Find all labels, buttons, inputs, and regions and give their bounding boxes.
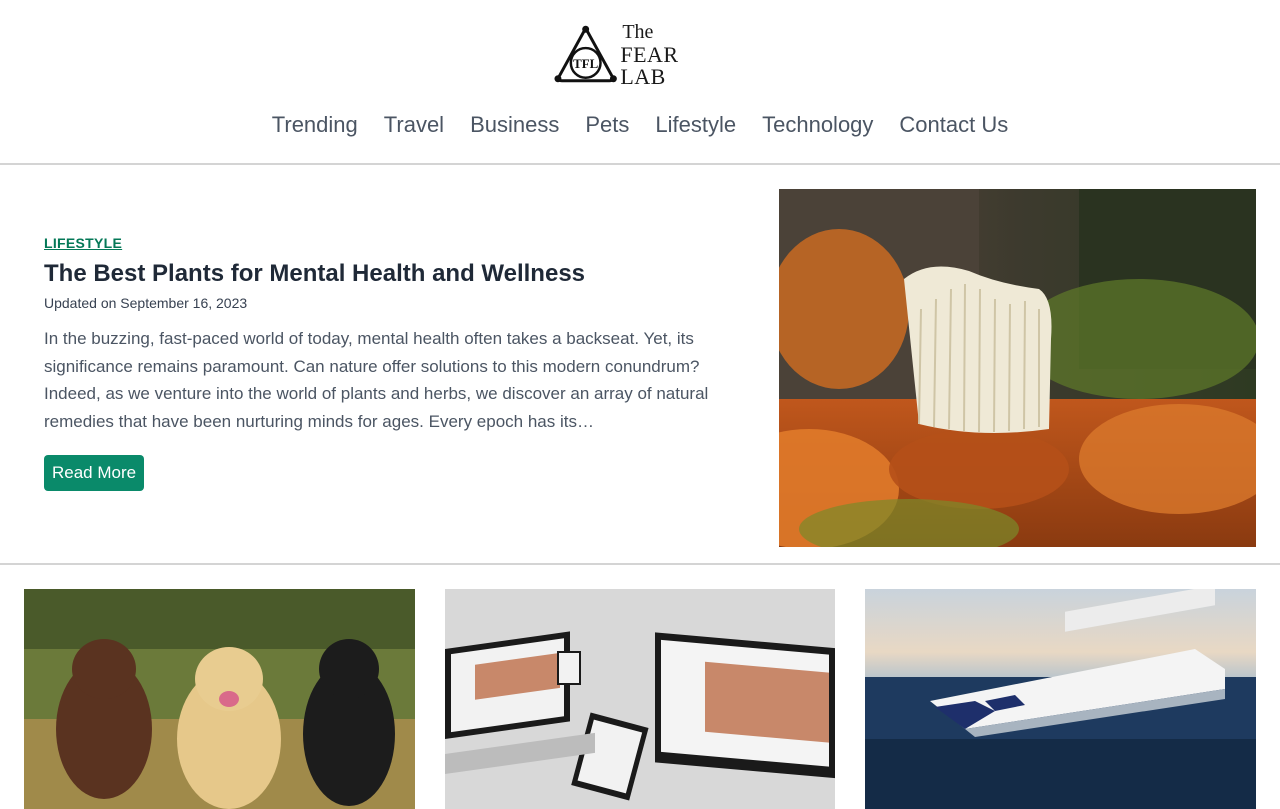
- logo-mark-icon: TFL: [554, 25, 617, 83]
- logo-line-2: FEAR LAB: [620, 42, 679, 89]
- post-card-travel[interactable]: [865, 589, 1256, 809]
- main-nav: Trending Travel Business Pets Lifestyle …: [0, 112, 1280, 138]
- site-header: TFL The FEAR LAB Trending Travel Busines…: [0, 0, 1280, 165]
- read-more-button[interactable]: Read More: [44, 455, 145, 491]
- post-card-pets[interactable]: [24, 589, 415, 809]
- featured-post-text: LIFESTYLE The Best Plants for Mental Hea…: [44, 235, 734, 491]
- logo-line-1: The: [622, 21, 654, 43]
- post-date: Updated on September 16, 2023: [44, 295, 248, 311]
- featured-post: LIFESTYLE The Best Plants for Mental Hea…: [0, 165, 1280, 565]
- post-cards: [0, 565, 1280, 809]
- cruise-ship-image: [865, 589, 1256, 809]
- nav-item-travel[interactable]: Travel: [384, 112, 444, 138]
- nav-item-lifestyle[interactable]: Lifestyle: [655, 112, 736, 138]
- nav-item-contact-us[interactable]: Contact Us: [899, 112, 1008, 138]
- nav-item-pets[interactable]: Pets: [585, 112, 629, 138]
- mushroom-image: [779, 189, 1256, 547]
- featured-image[interactable]: [779, 189, 1256, 547]
- post-excerpt: In the buzzing, fast-paced world of toda…: [44, 329, 709, 431]
- logo-monogram: TFL: [573, 57, 598, 71]
- site-logo[interactable]: TFL The FEAR LAB: [553, 21, 729, 89]
- devices-image: [445, 589, 835, 809]
- category-link[interactable]: LIFESTYLE: [44, 235, 734, 251]
- nav-item-technology[interactable]: Technology: [762, 112, 873, 138]
- post-title[interactable]: The Best Plants for Mental Health and We…: [44, 260, 734, 288]
- nav-item-business[interactable]: Business: [470, 112, 559, 138]
- post-card-technology[interactable]: [445, 589, 835, 809]
- nav-item-trending[interactable]: Trending: [272, 112, 358, 138]
- dogs-image: [24, 589, 415, 809]
